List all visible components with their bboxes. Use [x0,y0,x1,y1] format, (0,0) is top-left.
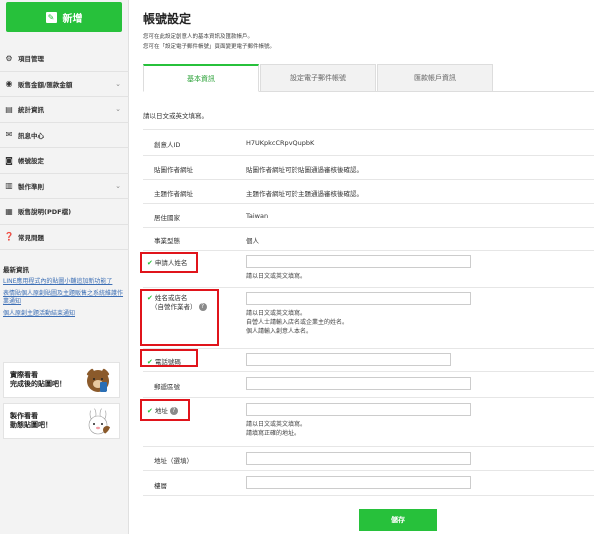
sidebar-item-label: 訊息中心 [18,131,44,140]
theme-url-label: 主題作者網址 [154,190,193,198]
subtitle: 您可在此設定創意人的基本資訊及匯款帳戶。 [143,34,254,40]
highlight-box [140,349,198,367]
country-value: Taiwan [246,212,269,220]
building-input[interactable] [246,476,471,489]
postal-code-label: 郵遞區號 [154,383,180,391]
news-title: 最新資訊 [3,266,29,274]
sidebar-item-label: 統計資訊 [18,106,44,115]
save-button[interactable]: 儲存 [359,509,437,531]
chart-icon: ▤ [5,104,13,114]
sidebar-menu: ⚙ 項目管理 ◉ 販售金額/匯款金額 ⌄ ▤ 統計資訊 ⌄ ✉ 訊息中心 ◙ 帳… [0,46,129,250]
sidebar-item-pdf[interactable]: ▦ 販售說明(PDF檔) [0,199,129,225]
store-name-input[interactable] [246,292,471,305]
address-input[interactable] [246,403,471,416]
address-optional-label: 地址（選填） [154,457,193,465]
form-row: 主題作者網址 主題作者網址可於主題通過審核後確認。 [143,179,594,203]
sidebar-item-sales[interactable]: ◉ 販售金額/匯款金額 ⌄ [0,72,129,97]
sidebar: ✎ 新增 ⚙ 項目管理 ◉ 販售金額/匯款金額 ⌄ ▤ 統計資訊 ⌄ ✉ 訊息中… [0,0,129,534]
cony-rabbit-icon [88,408,111,435]
highlight-box [140,289,219,346]
sticker-url-value: 貼圖作者網址可於貼圖通過審核後確認。 [246,166,363,174]
sidebar-item-label: 常見問題 [18,233,44,242]
promo-banner-preview[interactable]: 實際看看 完成後的貼圖吧！ [3,362,120,398]
field-note: 請以日文或英文填寫。 請填寫正確的地址。 [246,420,306,438]
form-row: ✔ 申請人姓名 請以日文或英文填寫。 [143,250,594,287]
phone-input[interactable] [246,353,451,366]
highlight-box [140,252,198,273]
sticker-url-label: 貼圖作者網址 [154,166,193,174]
field-note: 請以日文或英文填寫。 [246,273,307,280]
promo-text: 實際看看 完成後的貼圖吧！ [10,371,66,388]
gear-icon: ⚙ [5,53,13,63]
field-note: 請以日文或英文填寫。 自營人士請輸入店名或企業主的姓名。 個人請輸入創意人本名。 [246,309,348,336]
building-label: 樓層 [154,482,167,490]
chevron-down-icon: ⌄ [115,105,121,113]
new-button-label: 新增 [62,13,83,25]
highlight-box [140,399,190,421]
main-content: 帳號設定 您可在此設定創意人的基本資訊及匯款帳戶。 您可在「設定電子郵件帳號」頁… [129,0,600,534]
sidebar-item-account[interactable]: ◙ 帳號設定 [0,148,129,174]
pencil-icon: ✎ [45,11,57,23]
book-icon: ▥ [5,181,13,191]
business-type-value: 個人 [246,237,259,245]
form-row: 樓層 [143,470,594,496]
sidebar-item-label: 製作準則 [18,182,44,191]
tab-basic-info[interactable]: 基本資訊 [143,64,259,92]
mail-icon: ✉ [5,130,13,140]
promo-banner-animated[interactable]: 製作看看 動態貼圖吧！ [3,403,120,439]
instruction-text: 請以日文或英文填寫。 [143,112,208,120]
tab-bank-account[interactable]: 匯款帳戶資訊 [377,64,493,92]
form-row: ✔ 電話號碼 [143,348,594,371]
applicant-name-input[interactable] [246,255,471,268]
promo-text: 製作看看 動態貼圖吧！ [10,412,52,429]
business-type-label: 事業型態 [154,237,180,245]
form-row: 事業型態 個人 [143,227,594,250]
news-link[interactable]: 表情貼個人原創貼圖及主題販售之系統維護作業通知 [3,290,125,306]
tab-email-settings[interactable]: 設定電子郵件帳號 [260,64,376,92]
country-label: 居住國家 [154,214,180,222]
form-row: 居住國家 Taiwan [143,203,594,227]
note-line: 自營人士請輸入店名或企業主的姓名。 [246,319,349,326]
chevron-down-icon: ⌄ [115,181,121,190]
creator-id-label: 創意人ID [154,141,181,149]
news-link[interactable]: LINE應用程式內的貼圖小舖追加新功能了 [3,278,125,286]
help-icon: ❓ [4,232,14,242]
document-icon: ▦ [5,206,13,216]
note-line: 請以日文或英文填寫。 [246,310,307,317]
sidebar-item-messages[interactable]: ✉ 訊息中心 [0,123,129,148]
subtitle: 您可在「設定電子郵件帳號」頁面變更電子郵件帳號。 [143,44,276,50]
tab-bar: 基本資訊 設定電子郵件帳號 匯款帳戶資訊 [143,64,594,92]
note-line: 個人請輸入創意人本名。 [246,328,313,335]
brown-bear-icon [86,368,110,392]
form-row: 貼圖作者網址 貼圖作者網址可於貼圖通過審核後確認。 [143,155,594,179]
sidebar-item-stats[interactable]: ▤ 統計資訊 ⌄ [0,97,129,123]
form-row: 地址（選填） [143,446,594,470]
sidebar-item-faq[interactable]: ❓ 常見問題 [0,225,129,250]
page-title: 帳號設定 [143,12,192,26]
sidebar-item-label: 帳號設定 [18,157,44,166]
form-row: 郵遞區號 [143,371,594,397]
new-button[interactable]: ✎ 新增 [6,2,122,32]
sidebar-item-projects[interactable]: ⚙ 項目管理 [0,46,129,72]
user-icon: ◙ [5,155,13,165]
sidebar-item-label: 販售金額/匯款金額 [18,80,73,89]
chevron-down-icon: ⌄ [115,79,121,88]
sidebar-item-guidelines[interactable]: ▥ 製作準則 ⌄ [0,174,129,199]
postal-code-input[interactable] [246,377,471,390]
note-line: 請填寫正確的地址。 [246,430,301,437]
coins-icon: ◉ [5,79,13,89]
news-link[interactable]: 個人原創主題活動結束通知 [3,310,125,318]
creator-id-value: H7UKpkcCRpvQupbK [246,139,315,147]
form-row: ✔ 地址? 請以日文或英文填寫。 請填寫正確的地址。 [143,397,594,446]
news-section: 最新資訊 LINE應用程式內的貼圖小舖追加新功能了 表情貼個人原創貼圖及主題販售… [3,264,125,322]
form-row: 創意人ID H7UKpkcCRpvQupbK [143,129,594,155]
address-optional-input[interactable] [246,452,471,465]
note-line: 請以日文或英文填寫。 [246,421,307,428]
sidebar-item-label: 販售說明(PDF檔) [18,208,72,217]
sidebar-item-label: 項目管理 [18,55,44,64]
theme-url-value: 主題作者網址可於主題通過審核後確認。 [246,190,363,198]
